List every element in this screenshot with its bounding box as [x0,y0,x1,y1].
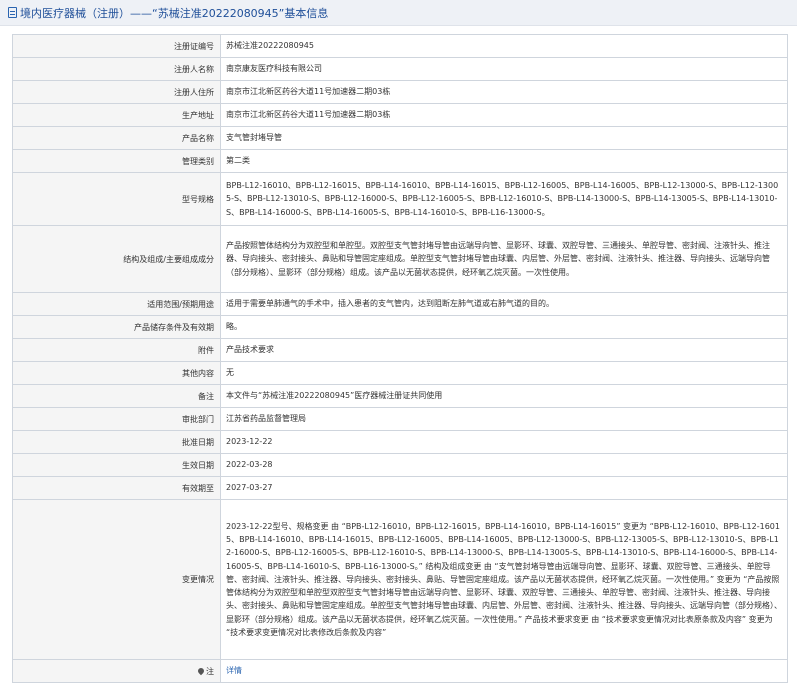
table-row: 产品名称 支气管封堵导管 [12,126,788,150]
table-row: 型号规格 BPB-L12-16010、BPB-L12-16015、BPB-L14… [12,172,788,226]
row-label: 注册人住所 [12,80,221,104]
row-value: 第二类 [220,149,788,173]
info-table: 注册证编号 苏械注准20222080945 注册人名称 南京康友医疗科技有限公司… [12,34,788,683]
row-label: 变更情况 [12,499,221,660]
row-value: 南京市江北新区药谷大道11号加速器二期03栋 [220,103,788,127]
row-value: 2023-12-22型号、规格变更 由 “BPB-L12-16010，BPB-L… [220,499,788,660]
table-row: 批准日期 2023-12-22 [12,430,788,454]
row-label: 适用范围/预期用途 [12,292,221,316]
footer-row: 注 详情 [12,659,788,683]
row-label: 有效期至 [12,476,221,500]
row-label: 批准日期 [12,430,221,454]
row-label: 生效日期 [12,453,221,477]
row-value: 南京康友医疗科技有限公司 [220,57,788,81]
footer-label-cell: 注 [12,659,221,683]
table-row: 适用范围/预期用途 适用于需要单肺通气的手术中，插入患者的支气管内，达到阻断左肺… [12,292,788,316]
row-value: 产品技术要求 [220,338,788,362]
page-header: 境内医疗器械（注册）——“苏械注准20222080945”基本信息 [0,0,797,26]
table-row: 管理类别 第二类 [12,149,788,173]
document-icon [8,7,17,18]
row-label: 备注 [12,384,221,408]
row-label: 生产地址 [12,103,221,127]
table-row: 注册人名称 南京康友医疗科技有限公司 [12,57,788,81]
row-label: 产品名称 [12,126,221,150]
row-value: 南京市江北新区药谷大道11号加速器二期03栋 [220,80,788,104]
row-value: 适用于需要单肺通气的手术中，插入患者的支气管内，达到阻断左肺气道或右肺气道的目的… [220,292,788,316]
footer-label: 注 [206,666,214,676]
table-row: 产品储存条件及有效期 略。 [12,315,788,339]
table-row: 注册证编号 苏械注准20222080945 [12,34,788,58]
row-value: BPB-L12-16010、BPB-L12-16015、BPB-L14-1601… [220,172,788,226]
table-row: 结构及组成/主要组成成分 产品按照管体结构分为双腔型和单腔型。双腔型支气管封堵导… [12,225,788,293]
row-label: 附件 [12,338,221,362]
row-value: 产品按照管体结构分为双腔型和单腔型。双腔型支气管封堵导管由远端导向管、显影环、球… [220,225,788,293]
row-value: 支气管封堵导管 [220,126,788,150]
table-row: 审批部门 江苏省药品监督管理局 [12,407,788,431]
row-label: 其他内容 [12,361,221,385]
row-value: 无 [220,361,788,385]
row-label: 型号规格 [12,172,221,226]
table-row: 备注 本文件与“苏械注准20222080945”医疗器械注册证共同使用 [12,384,788,408]
info-table-wrap: 注册证编号 苏械注准20222080945 注册人名称 南京康友医疗科技有限公司… [12,34,788,683]
row-value: 苏械注准20222080945 [220,34,788,58]
row-label: 结构及组成/主要组成成分 [12,225,221,293]
row-value: 2023-12-22 [220,430,788,454]
table-row: 注册人住所 南京市江北新区药谷大道11号加速器二期03栋 [12,80,788,104]
row-value: 江苏省药品监督管理局 [220,407,788,431]
footer-value-cell: 详情 [220,659,788,683]
table-row: 其他内容 无 [12,361,788,385]
page-title: 境内医疗器械（注册）——“苏械注准20222080945”基本信息 [20,6,329,20]
row-label: 注册证编号 [12,34,221,58]
table-row: 附件 产品技术要求 [12,338,788,362]
row-value: 略。 [220,315,788,339]
row-value: 2022-03-28 [220,453,788,477]
table-row: 生效日期 2022-03-28 [12,453,788,477]
row-label: 审批部门 [12,407,221,431]
table-row: 有效期至 2027-03-27 [12,476,788,500]
pin-icon [196,666,206,676]
table-row: 生产地址 南京市江北新区药谷大道11号加速器二期03栋 [12,103,788,127]
row-value: 本文件与“苏械注准20222080945”医疗器械注册证共同使用 [220,384,788,408]
row-value: 2027-03-27 [220,476,788,500]
row-label: 管理类别 [12,149,221,173]
row-label: 注册人名称 [12,57,221,81]
row-label: 产品储存条件及有效期 [12,315,221,339]
details-link[interactable]: 详情 [226,666,242,675]
table-row: 变更情况 2023-12-22型号、规格变更 由 “BPB-L12-16010，… [12,499,788,660]
